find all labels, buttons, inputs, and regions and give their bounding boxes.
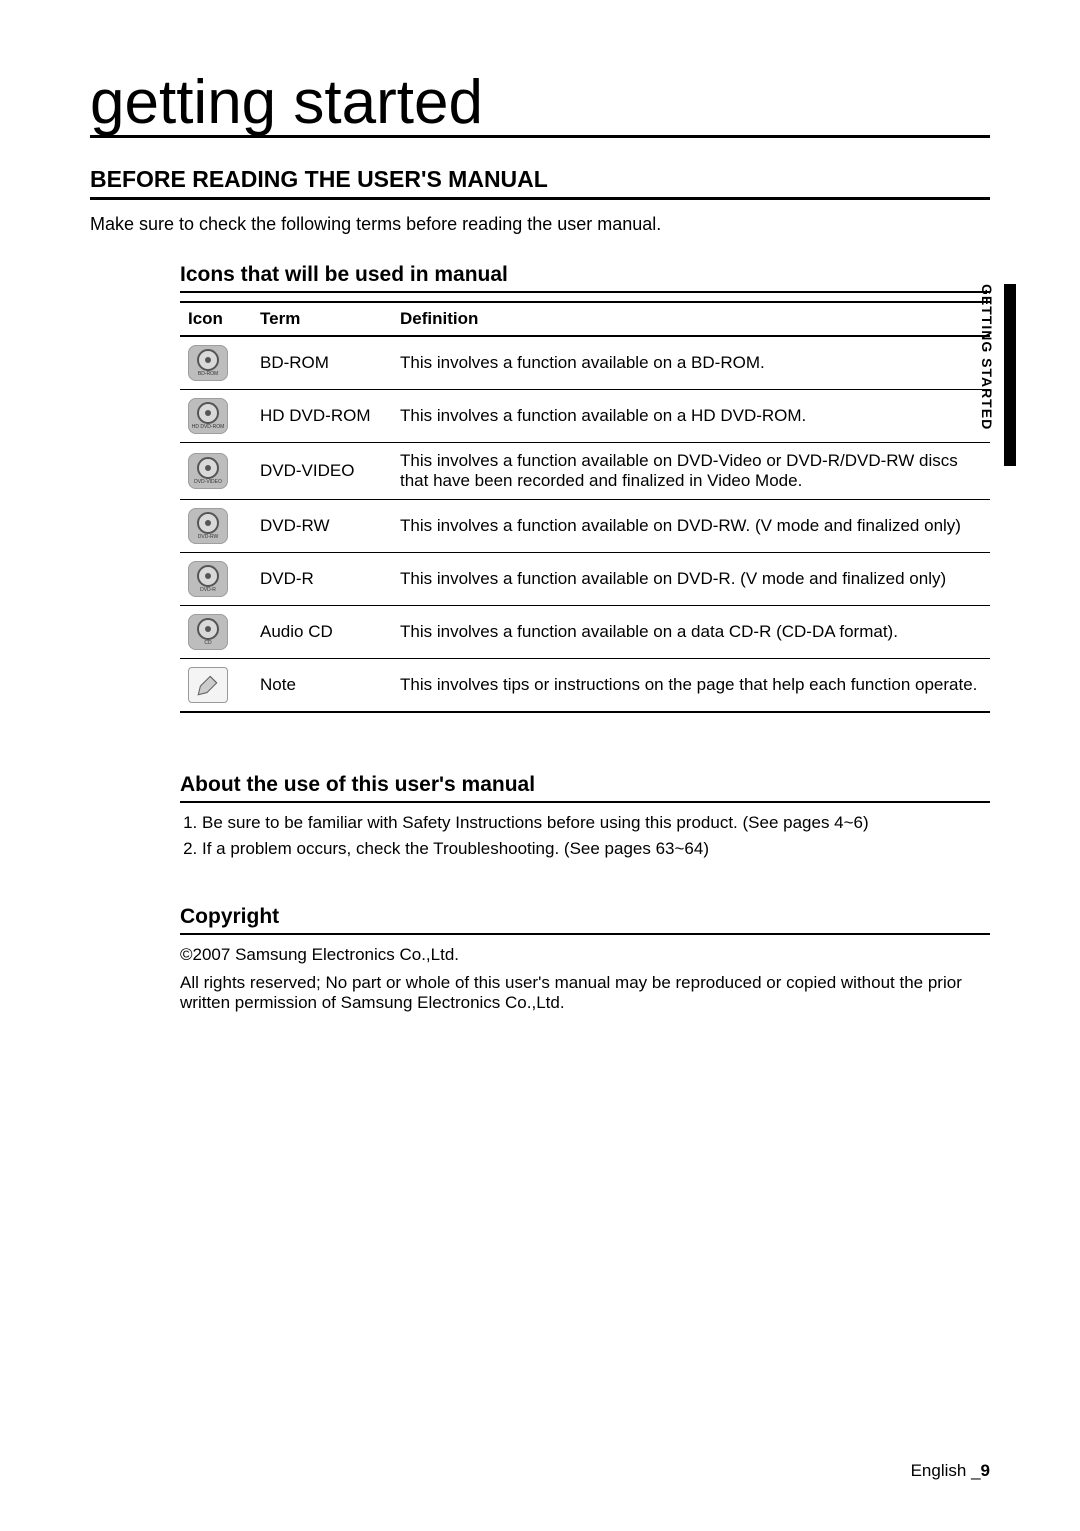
col-header-icon: Icon — [180, 302, 252, 336]
cd-icon: CD — [188, 614, 228, 650]
dvdvideo-icon: DVD-VIDEO — [188, 453, 228, 489]
dvdrw-icon: DVD-RW — [188, 508, 228, 544]
list-item: If a problem occurs, check the Troublesh… — [202, 839, 990, 859]
col-header-definition: Definition — [392, 302, 990, 336]
col-header-term: Term — [252, 302, 392, 336]
table-row: CD Audio CD This involves a function ava… — [180, 606, 990, 659]
page-footer: English _9 — [911, 1461, 990, 1481]
term-cell: DVD-R — [252, 553, 392, 606]
section-tab-indicator — [1004, 284, 1016, 466]
page: getting started BEFORE READING THE USER'… — [0, 0, 1080, 1531]
definition-cell: This involves a function available on a … — [392, 336, 990, 390]
table-row: Note This involves tips or instructions … — [180, 659, 990, 713]
footer-page-number: 9 — [981, 1461, 990, 1480]
hddvdrom-icon: HD DVD-ROM — [188, 398, 228, 434]
table-row: DVD-RW DVD-RW This involves a function a… — [180, 500, 990, 553]
table-row: BD-ROM BD-ROM This involves a function a… — [180, 336, 990, 390]
table-header-row: Icon Term Definition — [180, 302, 990, 336]
intro-text: Make sure to check the following terms b… — [90, 214, 990, 235]
definition-cell: This involves a function available on DV… — [392, 443, 990, 500]
footer-lang: English _ — [911, 1461, 981, 1480]
icons-table: Icon Term Definition BD-ROM BD-ROM This … — [180, 301, 990, 713]
term-cell: Audio CD — [252, 606, 392, 659]
copyright-line1: ©2007 Samsung Electronics Co.,Ltd. — [180, 945, 990, 965]
about-use-list: Be sure to be familiar with Safety Instr… — [202, 813, 990, 859]
term-cell: Note — [252, 659, 392, 713]
definition-cell: This involves a function available on a … — [392, 606, 990, 659]
definition-cell: This involves a function available on DV… — [392, 553, 990, 606]
section-heading-before-reading: BEFORE READING THE USER'S MANUAL — [90, 166, 990, 200]
table-row: DVD-VIDEO DVD-VIDEO This involves a func… — [180, 443, 990, 500]
note-icon — [188, 667, 228, 703]
dvdr-icon: DVD-R — [188, 561, 228, 597]
table-row: HD DVD-ROM HD DVD-ROM This involves a fu… — [180, 390, 990, 443]
term-cell: BD-ROM — [252, 336, 392, 390]
definition-cell: This involves a function available on DV… — [392, 500, 990, 553]
definition-cell: This involves a function available on a … — [392, 390, 990, 443]
page-title: getting started — [90, 70, 990, 138]
copyright-line2: All rights reserved; No part or whole of… — [180, 973, 990, 1013]
term-cell: HD DVD-ROM — [252, 390, 392, 443]
term-cell: DVD-VIDEO — [252, 443, 392, 500]
about-use-heading: About the use of this user's manual — [180, 773, 990, 803]
section-side-label: GETTING STARTED — [979, 284, 995, 430]
icons-table-heading: Icons that will be used in manual — [180, 263, 990, 293]
table-row: DVD-R DVD-R This involves a function ava… — [180, 553, 990, 606]
list-item: Be sure to be familiar with Safety Instr… — [202, 813, 990, 833]
definition-cell: This involves tips or instructions on th… — [392, 659, 990, 713]
copyright-heading: Copyright — [180, 905, 990, 935]
term-cell: DVD-RW — [252, 500, 392, 553]
bdrom-icon: BD-ROM — [188, 345, 228, 381]
